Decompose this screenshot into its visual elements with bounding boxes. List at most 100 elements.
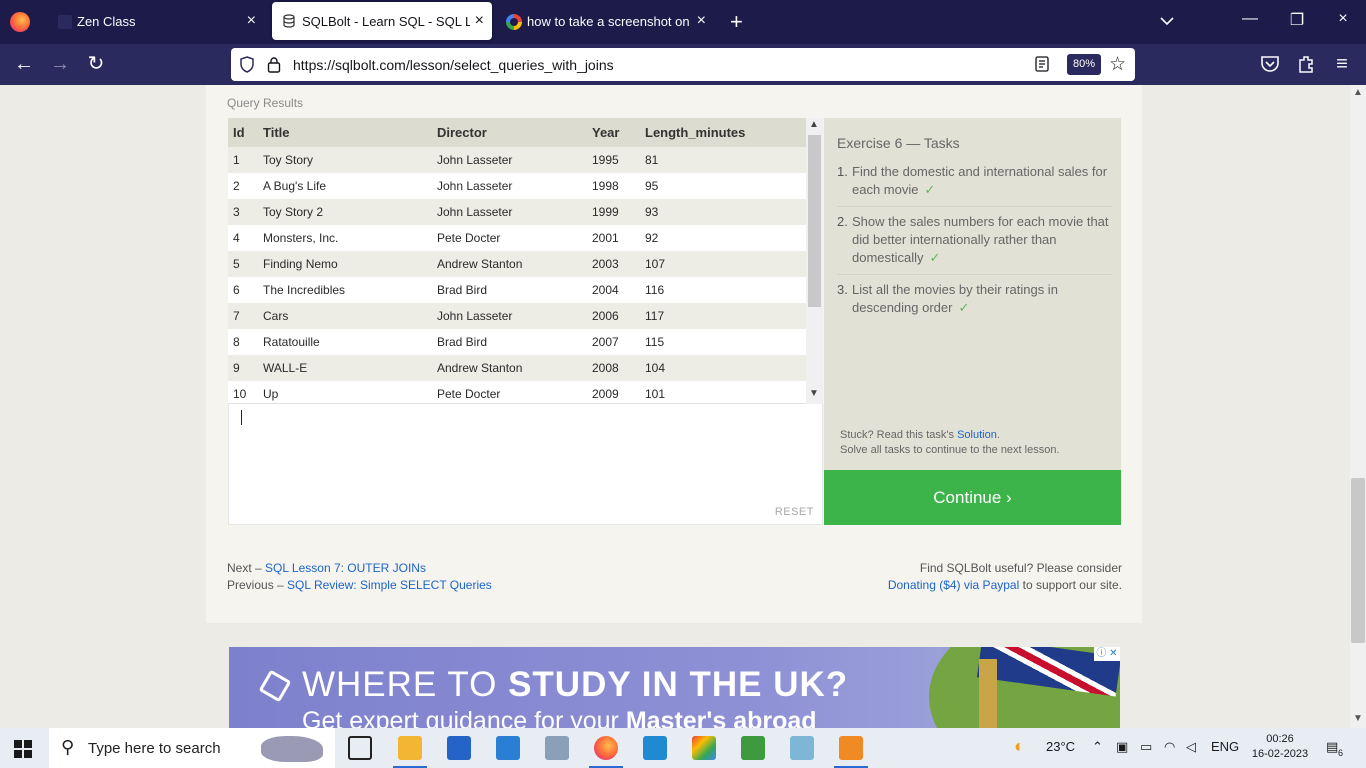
table-row: 4 Monsters, Inc. Pete Docter 2001 92 xyxy=(228,225,806,251)
table-cell: Finding Nemo xyxy=(258,251,432,277)
table-cell: 3 xyxy=(228,199,258,225)
column-header: Year xyxy=(587,118,640,147)
scroll-down-icon[interactable]: ▼ xyxy=(809,388,819,399)
list-all-tabs-icon[interactable] xyxy=(1158,12,1176,30)
tab-sqlbolt[interactable]: SQLBolt - Learn SQL - SQL Lesso × xyxy=(272,2,492,40)
table-cell: Toy Story xyxy=(258,147,432,173)
ad-subline-plain: Get expert guidance for your xyxy=(302,707,619,728)
clock-time: 00:26 xyxy=(1266,733,1294,745)
scrollbar-thumb[interactable] xyxy=(808,135,821,307)
search-placeholder: Type here to search xyxy=(88,740,221,757)
system-clock[interactable]: 00:26 16-02-2023 xyxy=(1250,732,1310,762)
volume-icon[interactable]: ◁ xyxy=(1186,739,1196,755)
page-scrollbar[interactable]: ▲ ▼ xyxy=(1350,85,1366,728)
vscode-icon[interactable] xyxy=(643,736,667,760)
reload-icon[interactable]: ↻ xyxy=(84,52,108,76)
table-cell: 1995 xyxy=(587,147,640,173)
table-cell: 2003 xyxy=(587,251,640,277)
table-cell: Monsters, Inc. xyxy=(258,225,432,251)
notification-icon[interactable]: ▤ xyxy=(1326,739,1338,755)
donation-text: Find SQLBolt useful? Please consider xyxy=(919,561,1122,575)
page-scrollbar-thumb[interactable] xyxy=(1351,478,1365,643)
exercise-tasks-panel: Exercise 6 — Tasks 1. Find the domestic … xyxy=(824,118,1121,470)
big-ben-graphic xyxy=(979,659,997,728)
minimize-icon[interactable]: — xyxy=(1240,10,1260,28)
tab-label: Zen Class xyxy=(77,14,136,29)
tab-google-search[interactable]: how to take a screenshot on fire × xyxy=(496,0,716,44)
table-header-row: Id Title Director Year Length_minutes xyxy=(228,118,806,147)
url-text: https://sqlbolt.com/lesson/select_querie… xyxy=(293,57,614,73)
restore-window-icon[interactable]: ❐ xyxy=(1287,10,1307,30)
extensions-icon[interactable] xyxy=(1294,54,1318,74)
continue-button[interactable]: Continue › xyxy=(824,470,1121,525)
back-icon[interactable]: ← xyxy=(12,52,36,76)
table-cell: 1999 xyxy=(587,199,640,225)
table-cell: 5 xyxy=(228,251,258,277)
new-tab-icon[interactable]: + xyxy=(730,9,743,35)
windows-start-icon[interactable] xyxy=(14,740,32,758)
forward-icon[interactable]: → xyxy=(48,52,72,76)
firefox-taskbar-icon[interactable] xyxy=(594,736,618,760)
solution-link[interactable]: Solution xyxy=(957,429,997,441)
tab-label: how to take a screenshot on fire xyxy=(527,14,693,29)
menu-icon[interactable]: ≡ xyxy=(1330,52,1354,76)
task-text: Find the domestic and international sale… xyxy=(852,164,1108,197)
close-tab-icon[interactable]: × xyxy=(247,12,256,30)
scroll-up-icon[interactable]: ▲ xyxy=(809,119,819,130)
zoom-level-badge[interactable]: 80% xyxy=(1067,54,1102,75)
virtual-machine-icon[interactable] xyxy=(790,736,814,760)
table-cell: Brad Bird xyxy=(432,329,587,355)
scroll-up-icon[interactable]: ▲ xyxy=(1353,87,1363,98)
zen-class-favicon-icon xyxy=(58,15,72,29)
taskbar-search-box[interactable]: ⚲ Type here to search xyxy=(49,728,335,768)
sql-query-editor[interactable]: RESET xyxy=(228,404,823,525)
table-row: 1 Toy Story John Lasseter 1995 81 xyxy=(228,147,806,173)
show-hidden-icons-icon[interactable]: ⌃ xyxy=(1092,739,1103,755)
weather-icon[interactable]: ◐ xyxy=(1014,736,1025,757)
close-tab-icon[interactable]: × xyxy=(475,12,484,30)
lesson-navigation: Next – SQL Lesson 7: OUTER JOINs Previou… xyxy=(227,560,492,594)
reader-view-icon[interactable] xyxy=(1035,56,1049,72)
app-icon[interactable] xyxy=(839,736,863,760)
ad-choices-icon[interactable]: ⓘ ✕ xyxy=(1094,647,1120,661)
google-app-icon[interactable] xyxy=(692,736,716,760)
firefox-icon[interactable] xyxy=(10,12,30,32)
meet-now-icon[interactable]: ▣ xyxy=(1116,739,1128,755)
results-scrollbar[interactable]: ▲ ▼ xyxy=(806,118,823,404)
next-lesson-link[interactable]: SQL Lesson 7: OUTER JOINs xyxy=(265,561,426,575)
photos-icon[interactable] xyxy=(545,736,569,760)
battery-icon[interactable]: ▭ xyxy=(1140,739,1152,755)
mail-icon[interactable] xyxy=(496,736,520,760)
advertisement-banner[interactable]: WHERE TO STUDY IN THE UK? Get expert gui… xyxy=(229,647,1120,728)
wifi-icon[interactable]: ◠ xyxy=(1164,739,1175,755)
donate-link[interactable]: Donating ($4) via Paypal xyxy=(888,578,1019,592)
ad-headline-bold: STUDY IN THE UK? xyxy=(508,665,849,704)
microsoft-store-icon[interactable] xyxy=(447,736,471,760)
weather-temperature[interactable]: 23°C xyxy=(1046,739,1075,754)
reset-button[interactable]: RESET xyxy=(775,506,814,518)
table-cell: John Lasseter xyxy=(432,147,587,173)
table-cell: 2001 xyxy=(587,225,640,251)
task-item: 1. Find the domestic and international s… xyxy=(837,162,1112,207)
pocket-icon[interactable] xyxy=(1258,54,1282,74)
scroll-down-icon[interactable]: ▼ xyxy=(1353,713,1363,724)
close-window-icon[interactable]: × xyxy=(1333,10,1353,28)
table-cell: 93 xyxy=(640,199,806,225)
bookmark-star-icon[interactable]: ☆ xyxy=(1109,53,1126,76)
table-cell: 116 xyxy=(640,277,806,303)
previous-lesson-link[interactable]: SQL Review: Simple SELECT Queries xyxy=(287,578,492,592)
column-header: Length_minutes xyxy=(640,118,806,147)
task-item: 3. List all the movies by their ratings … xyxy=(837,280,1112,324)
tracking-protection-shield-icon[interactable] xyxy=(239,56,255,73)
task-list: 1. Find the domestic and international s… xyxy=(837,162,1112,329)
tab-zen-class[interactable]: Zen Class × xyxy=(44,0,266,44)
minecraft-icon[interactable] xyxy=(741,736,765,760)
table-cell: 2009 xyxy=(587,381,640,403)
lock-icon[interactable] xyxy=(267,56,281,73)
close-tab-icon[interactable]: × xyxy=(697,12,706,30)
input-language[interactable]: ENG xyxy=(1211,739,1239,754)
task-view-icon[interactable] xyxy=(348,736,372,760)
browser-tab-bar: Zen Class × SQLBolt - Learn SQL - SQL Le… xyxy=(0,0,1366,44)
url-bar[interactable]: https://sqlbolt.com/lesson/select_querie… xyxy=(231,48,1135,81)
file-explorer-icon[interactable] xyxy=(398,736,422,760)
